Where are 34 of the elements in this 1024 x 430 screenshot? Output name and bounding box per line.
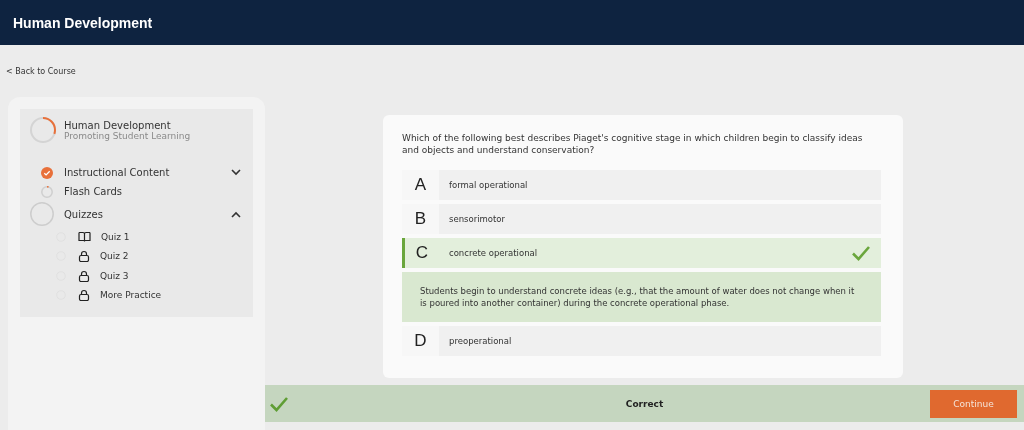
- option-letter: A: [402, 170, 439, 200]
- explanation-text: Students begin to understand concrete ideas (e.g., that the amount of water does not change when it is poured into another container) during the concrete operational phase.: [420, 285, 856, 309]
- answer-option[interactable]: A formal operational: [402, 170, 881, 200]
- empty-ring-icon: [30, 202, 54, 226]
- checkmark-icon: [851, 245, 871, 261]
- app-title: Human Development: [13, 14, 153, 31]
- chevron-up-icon[interactable]: [231, 210, 241, 218]
- quiz-item[interactable]: Quiz 2: [100, 251, 129, 262]
- check-circle-icon: [41, 166, 53, 179]
- answer-option[interactable]: C concrete operational: [402, 238, 881, 268]
- progress-ring-icon: [41, 185, 53, 198]
- option-letter: C: [414, 242, 430, 264]
- quiz-item[interactable]: More Practice: [100, 290, 162, 301]
- feedback-text: Correct: [624, 398, 665, 409]
- section-item[interactable]: Instructional Content: [64, 167, 170, 178]
- answer-option[interactable]: B sensorimotor: [402, 204, 881, 234]
- question-text: Which of the following best describes Piaget's cognitive stage in which children begin to classify ideas and objects and understand conservation?: [402, 132, 864, 156]
- section-item[interactable]: Quizzes: [64, 208, 103, 220]
- option-letter: D: [402, 326, 439, 356]
- progress-ring-icon: [30, 117, 56, 143]
- section-item[interactable]: Flash Cards: [64, 186, 122, 197]
- option-text: preoperational: [448, 336, 512, 346]
- option-text: formal operational: [448, 180, 528, 190]
- back-link[interactable]: < Back to Course: [6, 66, 76, 76]
- option-text: concrete operational: [448, 248, 538, 258]
- course-title: Human Development: [64, 119, 172, 131]
- chevron-down-icon[interactable]: [231, 169, 241, 176]
- course-subtitle: Promoting Student Learning: [64, 130, 191, 141]
- quiz-item[interactable]: Quiz 3: [100, 270, 129, 281]
- option-letter: B: [402, 204, 439, 234]
- option-text: sensorimotor: [448, 214, 506, 224]
- checkmark-icon: [269, 395, 289, 412]
- quiz-item[interactable]: Quiz 1: [101, 231, 130, 242]
- answer-option[interactable]: D preoperational: [402, 326, 881, 356]
